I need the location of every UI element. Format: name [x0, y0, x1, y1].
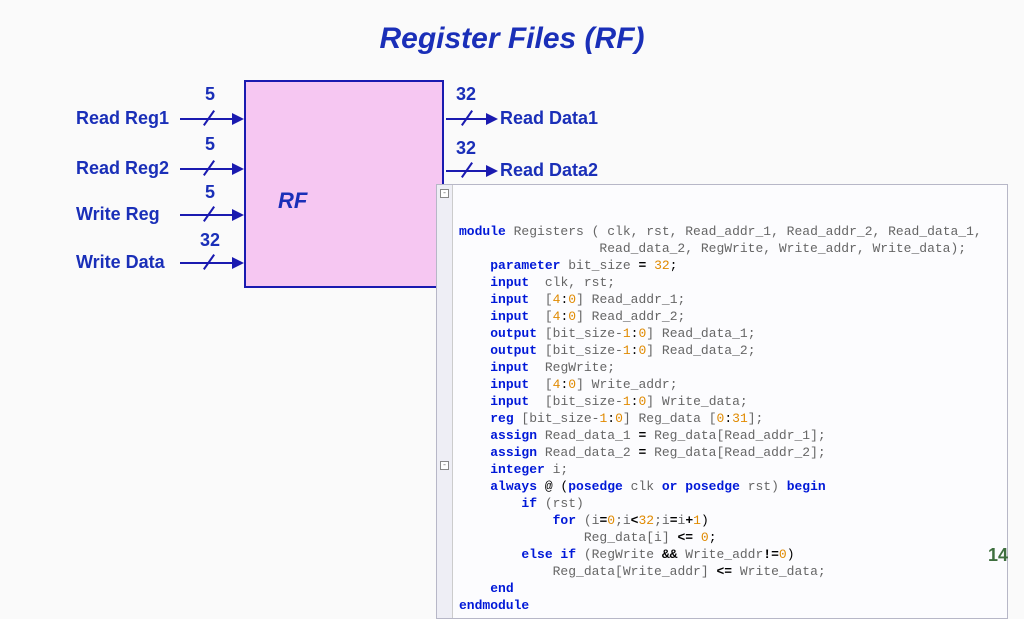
port-read-reg2-label: Read Reg2	[76, 158, 169, 179]
arrow-right-icon	[486, 113, 498, 125]
fold-icon: -	[440, 189, 449, 198]
port-write-reg-label: Write Reg	[76, 204, 160, 225]
port-read-reg1-width: 5	[205, 84, 215, 105]
rf-block-label: RF	[278, 188, 307, 214]
arrow-right-icon	[232, 209, 244, 221]
fold-icon: -	[440, 461, 449, 470]
port-read-data1-label: Read Data1	[500, 108, 598, 129]
arrow-right-icon	[232, 163, 244, 175]
rf-block	[244, 80, 444, 288]
port-write-reg-width: 5	[205, 182, 215, 203]
port-read-data2-label: Read Data2	[500, 160, 598, 181]
port-read-data2-width: 32	[456, 138, 476, 159]
arrow-right-icon	[232, 257, 244, 269]
port-write-data-label: Write Data	[76, 252, 165, 273]
arrow-right-icon	[486, 165, 498, 177]
page-number: 14	[988, 545, 1008, 566]
port-read-reg2-width: 5	[205, 134, 215, 155]
port-write-data-width: 32	[200, 230, 220, 251]
port-read-data1-width: 32	[456, 84, 476, 105]
port-read-reg1-label: Read Reg1	[76, 108, 169, 129]
page-title: Register Files (RF)	[0, 0, 1024, 56]
code-gutter: - -	[437, 185, 453, 618]
arrow-right-icon	[232, 113, 244, 125]
code-panel: - - module Registers ( clk, rst, Read_ad…	[436, 184, 1008, 619]
